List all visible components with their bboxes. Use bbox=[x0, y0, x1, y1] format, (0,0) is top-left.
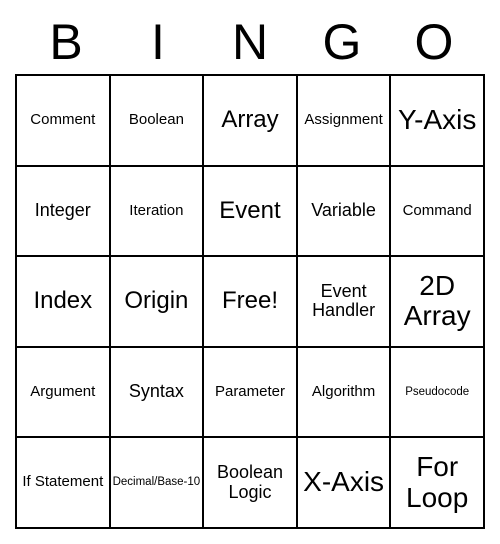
bingo-cell[interactable]: Origin bbox=[110, 256, 204, 347]
bingo-cell[interactable]: Iteration bbox=[110, 166, 204, 257]
header-letter-b: B bbox=[20, 13, 112, 71]
bingo-cell[interactable]: X-Axis bbox=[297, 437, 391, 528]
bingo-cell[interactable]: Syntax bbox=[110, 347, 204, 438]
bingo-cell[interactable]: If Statement bbox=[16, 437, 110, 528]
bingo-cell[interactable]: Argument bbox=[16, 347, 110, 438]
bingo-cell[interactable]: Boolean Logic bbox=[203, 437, 297, 528]
bingo-cell[interactable]: Command bbox=[390, 166, 484, 257]
bingo-cell[interactable]: Algorithm bbox=[297, 347, 391, 438]
bingo-cell[interactable]: Pseudocode bbox=[390, 347, 484, 438]
header-letter-n: N bbox=[204, 13, 296, 71]
bingo-header: B I N G O bbox=[15, 10, 485, 74]
bingo-grid: Comment Boolean Array Assignment Y-Axis … bbox=[15, 74, 485, 529]
bingo-cell[interactable]: Assignment bbox=[297, 75, 391, 166]
bingo-cell[interactable]: Event Handler bbox=[297, 256, 391, 347]
bingo-cell[interactable]: Index bbox=[16, 256, 110, 347]
bingo-cell-free[interactable]: Free! bbox=[203, 256, 297, 347]
header-letter-i: I bbox=[112, 13, 204, 71]
header-letter-o: O bbox=[388, 13, 480, 71]
bingo-cell[interactable]: Parameter bbox=[203, 347, 297, 438]
bingo-cell[interactable]: Decimal/Base-10 bbox=[110, 437, 204, 528]
bingo-cell[interactable]: Boolean bbox=[110, 75, 204, 166]
header-letter-g: G bbox=[296, 13, 388, 71]
bingo-cell[interactable]: Integer bbox=[16, 166, 110, 257]
bingo-cell[interactable]: For Loop bbox=[390, 437, 484, 528]
bingo-cell[interactable]: Event bbox=[203, 166, 297, 257]
bingo-cell[interactable]: Variable bbox=[297, 166, 391, 257]
bingo-cell[interactable]: Y-Axis bbox=[390, 75, 484, 166]
bingo-cell[interactable]: Comment bbox=[16, 75, 110, 166]
bingo-cell[interactable]: Array bbox=[203, 75, 297, 166]
bingo-cell[interactable]: 2D Array bbox=[390, 256, 484, 347]
